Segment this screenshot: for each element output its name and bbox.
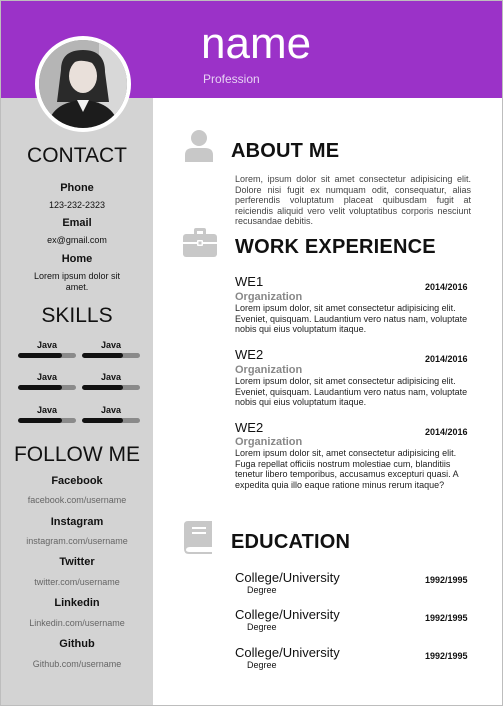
school-name: College/University: [235, 607, 340, 622]
email-label: Email: [62, 217, 92, 229]
skill-bar: [18, 385, 76, 390]
about-title: ABOUT ME: [231, 140, 340, 162]
school-name: College/University: [235, 645, 340, 660]
email-value: ex@gmail.com: [47, 235, 107, 245]
facebook-label: Facebook: [51, 475, 103, 487]
job-date: 2014/2016: [425, 427, 468, 437]
book-icon: [184, 521, 212, 554]
skill-name: Java: [100, 372, 122, 382]
skill-item: Java: [18, 340, 76, 358]
school-date: 1992/1995: [425, 575, 468, 585]
job-title: WE2: [235, 420, 264, 435]
skill-bar: [18, 418, 76, 423]
skills-title: SKILLS: [41, 304, 113, 327]
job-organization: Organization: [235, 436, 303, 448]
skill-name: Java: [100, 405, 122, 415]
job-description: Lorem ipsum dolor, sit amet consectetur …: [235, 376, 468, 407]
github-link[interactable]: Github.com/username: [1, 659, 153, 669]
skill-name: Java: [36, 372, 58, 382]
degree: Degree: [247, 660, 277, 670]
person-icon: [185, 130, 213, 162]
job-date: 2014/2016: [425, 282, 468, 292]
phone-value: 123-232-2323: [48, 200, 106, 210]
follow-title: FOLLOW ME: [13, 443, 140, 466]
skill-bar: [82, 385, 140, 390]
home-label: Home: [61, 253, 93, 265]
school-date: 1992/1995: [425, 651, 468, 661]
school-name: College/University: [235, 570, 340, 585]
profession: Profession: [203, 72, 260, 86]
job-date: 2014/2016: [425, 354, 468, 364]
skill-bar: [82, 353, 140, 358]
degree: Degree: [247, 622, 277, 632]
person-name: name: [201, 19, 312, 68]
sidebar: CONTACT Phone 123-232-2323 Email ex@gmai…: [1, 98, 153, 705]
skill-item: Java: [82, 340, 140, 358]
contact-title: CONTACT: [27, 144, 127, 167]
skill-fill: [82, 353, 123, 358]
twitter-label: Twitter: [59, 556, 95, 568]
profile-photo: [35, 36, 131, 132]
phone-label: Phone: [60, 182, 94, 194]
skill-fill: [18, 385, 62, 390]
skill-item: Java: [82, 372, 140, 390]
skill-name: Java: [36, 405, 58, 415]
linkedin-link[interactable]: Linkedin.com/username: [1, 618, 153, 628]
linkedin-label: Linkedin: [54, 597, 100, 609]
skill-bar: [18, 353, 76, 358]
facebook-link[interactable]: facebook.com/username: [1, 495, 153, 505]
resume-page: name Profession CONTACT Phone 123-232-23…: [0, 0, 503, 706]
job-title: WE2: [235, 347, 264, 362]
job-description: Lorem ipsum dolor sit, amet consectetur …: [235, 448, 459, 490]
education-title: EDUCATION: [231, 531, 351, 553]
skill-item: Java: [18, 372, 76, 390]
instagram-label: Instagram: [50, 516, 104, 528]
twitter-link[interactable]: twitter.com/username: [1, 577, 153, 587]
skill-name: Java: [36, 340, 58, 350]
job-organization: Organization: [235, 291, 303, 303]
briefcase-icon: [183, 228, 217, 257]
skill-fill: [18, 353, 62, 358]
about-text: Lorem, ipsum dolor sit amet consectetur …: [235, 174, 471, 226]
work-title: WORK EXPERIENCE: [235, 236, 436, 258]
instagram-link[interactable]: instagram.com/username: [1, 536, 153, 546]
degree: Degree: [247, 585, 277, 595]
github-label: Github: [59, 638, 95, 650]
person-photo-icon: [39, 40, 127, 128]
job-description: Lorem ipsum dolor, sit amet consectetur …: [235, 303, 468, 334]
skill-bar: [82, 418, 140, 423]
job-organization: Organization: [235, 364, 303, 376]
job-title: WE1: [235, 274, 264, 289]
skill-name: Java: [100, 340, 122, 350]
skill-fill: [18, 418, 62, 423]
skill-fill: [82, 418, 123, 423]
skill-item: Java: [18, 405, 76, 423]
skill-item: Java: [82, 405, 140, 423]
school-date: 1992/1995: [425, 613, 468, 623]
skill-fill: [82, 385, 123, 390]
home-value: Lorem ipsum dolor sit amet.: [33, 271, 121, 292]
